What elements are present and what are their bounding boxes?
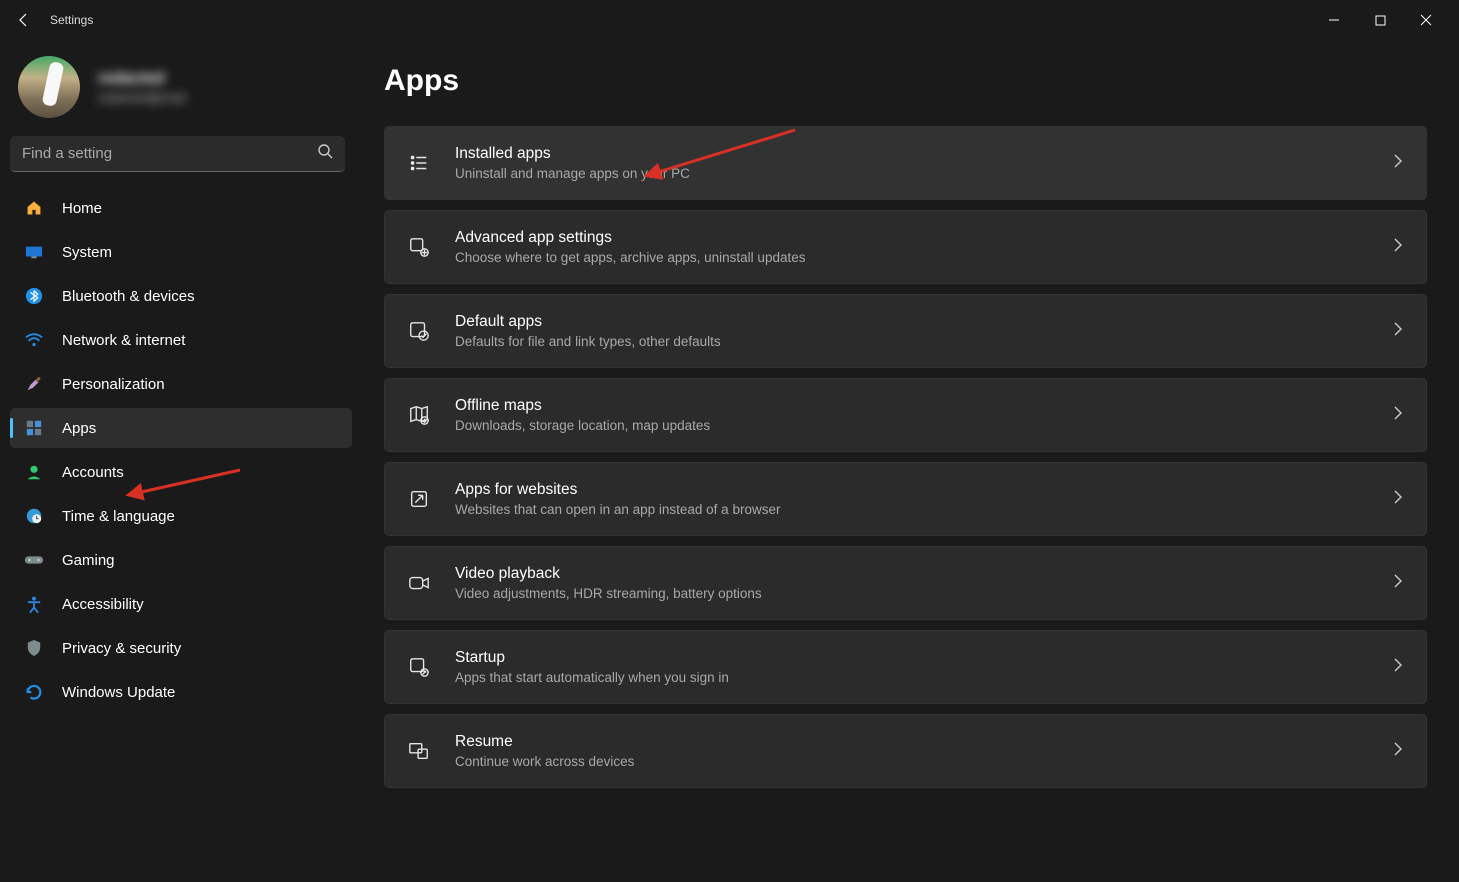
sidebar-item-label: Privacy & security [62,640,181,657]
close-icon [1420,14,1432,26]
system-icon [24,242,44,262]
settings-cards: Installed apps Uninstall and manage apps… [384,126,1427,788]
card-title: Advanced app settings [455,229,1368,247]
card-desc: Defaults for file and link types, other … [455,334,1368,349]
sidebar-item-label: Apps [62,420,96,437]
back-button[interactable] [10,6,38,34]
sidebar: redacted redacted@mail Home System [0,40,360,882]
sidebar-item-system[interactable]: System [10,232,352,272]
sidebar-item-windows-update[interactable]: Windows Update [10,672,352,712]
card-offline-maps[interactable]: Offline maps Downloads, storage location… [384,378,1427,452]
card-default-apps[interactable]: Default apps Defaults for file and link … [384,294,1427,368]
apps-icon [24,418,44,438]
minimize-icon [1328,14,1340,26]
person-icon [24,462,44,482]
chevron-right-icon [1392,657,1404,678]
sidebar-item-network[interactable]: Network & internet [10,320,352,360]
update-icon [24,682,44,702]
sidebar-item-label: Gaming [62,552,115,569]
card-title: Startup [455,649,1368,667]
minimize-button[interactable] [1311,0,1357,40]
search-box[interactable] [10,136,345,172]
card-desc: Choose where to get apps, archive apps, … [455,250,1368,265]
sidebar-item-label: Accounts [62,464,124,481]
titlebar: Settings [0,0,1459,40]
sidebar-item-label: Bluetooth & devices [62,288,195,305]
card-title: Default apps [455,313,1368,331]
user-email: redacted@mail [98,90,186,105]
gamepad-icon [24,550,44,570]
card-advanced-app-settings[interactable]: Advanced app settings Choose where to ge… [384,210,1427,284]
user-profile[interactable]: redacted redacted@mail [10,50,352,132]
installed-apps-icon [407,151,431,175]
card-desc: Video adjustments, HDR streaming, batter… [455,586,1368,601]
sidebar-item-apps[interactable]: Apps [10,408,352,448]
maximize-button[interactable] [1357,0,1403,40]
sidebar-item-home[interactable]: Home [10,188,352,228]
chevron-right-icon [1392,321,1404,342]
startup-icon [407,655,431,679]
nav-list: Home System Bluetooth & devices Network … [10,188,352,712]
sidebar-item-time-language[interactable]: Time & language [10,496,352,536]
sidebar-item-label: Network & internet [62,332,185,349]
website-app-icon [407,487,431,511]
bluetooth-icon [24,286,44,306]
sidebar-item-accounts[interactable]: Accounts [10,452,352,492]
home-icon [24,198,44,218]
advanced-settings-icon [407,235,431,259]
sidebar-item-accessibility[interactable]: Accessibility [10,584,352,624]
sidebar-item-label: Windows Update [62,684,175,701]
card-desc: Uninstall and manage apps on your PC [455,166,1368,181]
sidebar-item-privacy[interactable]: Privacy & security [10,628,352,668]
search-input[interactable] [22,145,317,162]
sidebar-item-label: Time & language [62,508,175,525]
card-desc: Downloads, storage location, map updates [455,418,1368,433]
back-arrow-icon [16,12,32,28]
sidebar-item-label: Home [62,200,102,217]
search-icon [317,143,333,164]
card-title: Offline maps [455,397,1368,415]
card-title: Installed apps [455,145,1368,163]
sidebar-item-label: Personalization [62,376,165,393]
card-apps-for-websites[interactable]: Apps for websites Websites that can open… [384,462,1427,536]
card-title: Video playback [455,565,1368,583]
sidebar-item-label: Accessibility [62,596,144,613]
content-area: Apps Installed apps Uninstall and manage… [360,40,1459,882]
sidebar-item-gaming[interactable]: Gaming [10,540,352,580]
card-resume[interactable]: Resume Continue work across devices [384,714,1427,788]
wifi-icon [24,330,44,350]
resume-icon [407,739,431,763]
sidebar-item-label: System [62,244,112,261]
card-startup[interactable]: Startup Apps that start automatically wh… [384,630,1427,704]
card-desc: Continue work across devices [455,754,1368,769]
card-title: Apps for websites [455,481,1368,499]
chevron-right-icon [1392,153,1404,174]
video-icon [407,571,431,595]
avatar [18,56,80,118]
clock-globe-icon [24,506,44,526]
card-title: Resume [455,733,1368,751]
close-button[interactable] [1403,0,1449,40]
card-installed-apps[interactable]: Installed apps Uninstall and manage apps… [384,126,1427,200]
chevron-right-icon [1392,489,1404,510]
maximize-icon [1375,15,1386,26]
chevron-right-icon [1392,741,1404,762]
page-title: Apps [384,64,1427,98]
card-desc: Apps that start automatically when you s… [455,670,1368,685]
card-video-playback[interactable]: Video playback Video adjustments, HDR st… [384,546,1427,620]
sidebar-item-bluetooth[interactable]: Bluetooth & devices [10,276,352,316]
user-name: redacted [98,70,186,88]
default-apps-icon [407,319,431,343]
sidebar-item-personalization[interactable]: Personalization [10,364,352,404]
chevron-right-icon [1392,237,1404,258]
shield-icon [24,638,44,658]
chevron-right-icon [1392,573,1404,594]
app-title: Settings [50,13,93,27]
card-desc: Websites that can open in an app instead… [455,502,1368,517]
paintbrush-icon [24,374,44,394]
chevron-right-icon [1392,405,1404,426]
accessibility-icon [24,594,44,614]
map-icon [407,403,431,427]
